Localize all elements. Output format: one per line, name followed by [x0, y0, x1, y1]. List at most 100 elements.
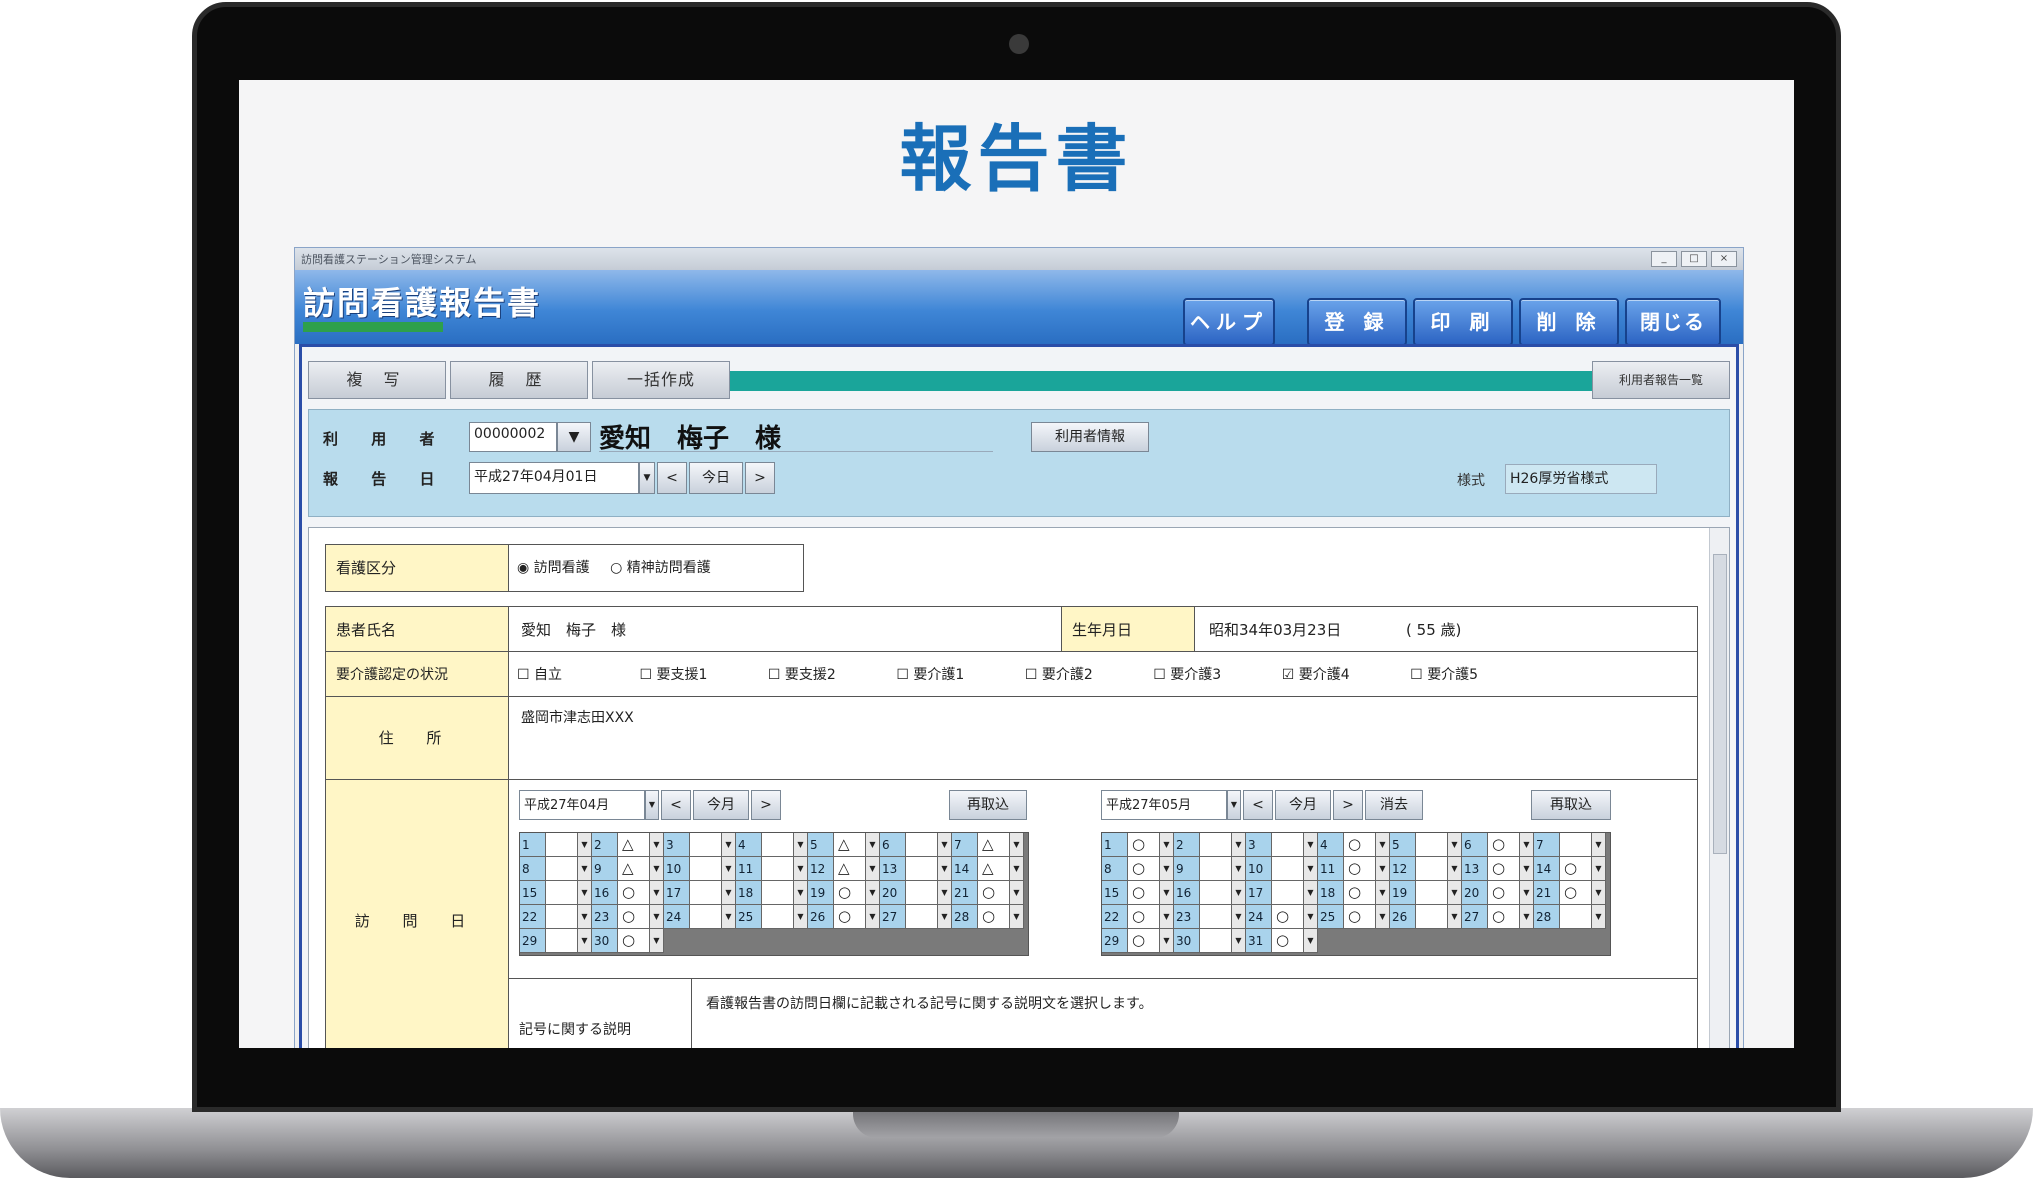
chevron-down-icon[interactable]: ▼: [1520, 881, 1534, 905]
month-dropdown-icon[interactable]: ▼: [1227, 790, 1241, 820]
calendar-day-cell[interactable]: 5 △ ▼: [808, 833, 880, 857]
calendar-day-cell[interactable]: 14 ○ ▼: [1534, 857, 1606, 881]
chevron-down-icon[interactable]: ▼: [1448, 905, 1462, 929]
calendar-day-cell[interactable]: 9 ▼: [1174, 857, 1246, 881]
user-info-button[interactable]: 利用者情報: [1031, 422, 1149, 452]
chevron-down-icon[interactable]: ▼: [722, 881, 736, 905]
chevron-down-icon[interactable]: ▼: [794, 833, 808, 857]
this-month-button[interactable]: 今月: [1275, 790, 1331, 820]
print-button[interactable]: 印 刷: [1413, 298, 1513, 346]
care-level-checkbox-checked[interactable]: ☑ 要介護4: [1282, 664, 1406, 684]
chevron-down-icon[interactable]: ▼: [1520, 833, 1534, 857]
chevron-down-icon[interactable]: ▼: [1010, 905, 1024, 929]
calendar-day-cell[interactable]: 9 △ ▼: [592, 857, 664, 881]
user-id-field[interactable]: 00000002: [469, 422, 557, 452]
calendar-day-cell[interactable]: 23 ○ ▼: [592, 905, 664, 929]
chevron-down-icon[interactable]: ▼: [578, 905, 592, 929]
chevron-down-icon[interactable]: ▼: [1304, 905, 1318, 929]
calendar-day-cell[interactable]: 20 ○ ▼: [1462, 881, 1534, 905]
calendar-day-cell[interactable]: 2 △ ▼: [592, 833, 664, 857]
calendar-day-cell[interactable]: 3 ▼: [1246, 833, 1318, 857]
chevron-down-icon[interactable]: ▼: [1376, 905, 1390, 929]
date-dropdown-icon[interactable]: ▼: [639, 462, 655, 494]
calendar-day-cell[interactable]: 16 ○ ▼: [592, 881, 664, 905]
calendar-day-cell[interactable]: 27 ○ ▼: [1462, 905, 1534, 929]
month-prev-button[interactable]: <: [661, 790, 691, 820]
calendar-day-cell[interactable]: 21 ○ ▼: [1534, 881, 1606, 905]
calendar-day-cell[interactable]: 7 ▼: [1534, 833, 1606, 857]
calendar-day-cell[interactable]: 3 ▼: [664, 833, 736, 857]
calendar-day-cell[interactable]: 10 ▼: [664, 857, 736, 881]
chevron-down-icon[interactable]: ▼: [722, 833, 736, 857]
form-scrollbar[interactable]: [1709, 528, 1729, 1048]
calendar-day-cell[interactable]: 15 ▼: [520, 881, 592, 905]
calendar-day-cell[interactable]: 8 ○ ▼: [1102, 857, 1174, 881]
chevron-down-icon[interactable]: ▼: [1592, 857, 1606, 881]
chevron-down-icon[interactable]: ▼: [1592, 905, 1606, 929]
calendar-day-cell[interactable]: 30 ▼: [1174, 929, 1246, 953]
calendar-day-cell[interactable]: 7 △ ▼: [952, 833, 1024, 857]
calendar-day-cell[interactable]: 12 ▼: [1390, 857, 1462, 881]
tab-history[interactable]: 履 歴: [450, 361, 588, 399]
chevron-down-icon[interactable]: ▼: [722, 905, 736, 929]
chevron-down-icon[interactable]: ▼: [650, 905, 664, 929]
minimize-icon[interactable]: _: [1651, 251, 1677, 267]
calendar-day-cell[interactable]: 24 ▼: [664, 905, 736, 929]
date-next-button[interactable]: >: [745, 462, 775, 494]
care-level-checkbox-group[interactable]: ☐ 自立 ☐ 要支援1 ☐ 要支援2 ☐ 要介護1 ☐ 要介護2 ☐ 要介護3 …: [508, 651, 1698, 697]
calendar-day-cell[interactable]: 25 ○ ▼: [1318, 905, 1390, 929]
calendar-day-cell[interactable]: 6 ▼: [880, 833, 952, 857]
calendar-day-cell[interactable]: 11 ○ ▼: [1318, 857, 1390, 881]
calendar-day-cell[interactable]: 1 ○ ▼: [1102, 833, 1174, 857]
chevron-down-icon[interactable]: ▼: [1232, 857, 1246, 881]
calendar-day-cell[interactable]: 23 ▼: [1174, 905, 1246, 929]
chevron-down-icon[interactable]: ▼: [650, 929, 664, 953]
this-month-button[interactable]: 今月: [693, 790, 749, 820]
calendar-day-cell[interactable]: 13 ○ ▼: [1462, 857, 1534, 881]
care-level-checkbox[interactable]: ☐ 自立: [517, 664, 635, 684]
calendar-day-cell[interactable]: 22 ○ ▼: [1102, 905, 1174, 929]
chevron-down-icon[interactable]: ▼: [578, 929, 592, 953]
chevron-down-icon[interactable]: ▼: [1160, 905, 1174, 929]
chevron-down-icon[interactable]: ▼: [650, 833, 664, 857]
chevron-down-icon[interactable]: ▼: [938, 905, 952, 929]
chevron-down-icon[interactable]: ▼: [866, 833, 880, 857]
date-prev-button[interactable]: <: [657, 462, 687, 494]
chevron-down-icon[interactable]: ▼: [938, 881, 952, 905]
radio-home-visit[interactable]: ◉: [517, 560, 534, 576]
date-today-button[interactable]: 今日: [689, 462, 743, 494]
chevron-down-icon[interactable]: ▼: [1592, 833, 1606, 857]
calendar-day-cell[interactable]: 16 ▼: [1174, 881, 1246, 905]
chevron-down-icon[interactable]: ▼: [1304, 881, 1318, 905]
calendar-day-cell[interactable]: 28 ○ ▼: [952, 905, 1024, 929]
radio-psych-visit[interactable]: ○: [610, 560, 627, 576]
chevron-down-icon[interactable]: ▼: [650, 881, 664, 905]
calendar-day-cell[interactable]: 13 ▼: [880, 857, 952, 881]
calendar-day-cell[interactable]: 27 ▼: [880, 905, 952, 929]
symbol-note-text[interactable]: 看護報告書の訪問日欄に記載される記号に関する説明文を選択します。: [691, 978, 1698, 1048]
chevron-down-icon[interactable]: ▼: [1304, 833, 1318, 857]
calendar-day-cell[interactable]: 28 ▼: [1534, 905, 1606, 929]
reload-button[interactable]: 再取込: [949, 790, 1027, 820]
tab-report-list[interactable]: 利用者報告一覧: [1592, 361, 1730, 399]
chevron-down-icon[interactable]: ▼: [938, 833, 952, 857]
care-type-radio-group[interactable]: ◉ 訪問看護 ○ 精神訪問看護: [508, 544, 804, 592]
month-next-button[interactable]: >: [1333, 790, 1363, 820]
calendar-day-cell[interactable]: 21 ○ ▼: [952, 881, 1024, 905]
chevron-down-icon[interactable]: ▼: [1592, 881, 1606, 905]
chevron-down-icon[interactable]: ▼: [866, 881, 880, 905]
maximize-icon[interactable]: □: [1681, 251, 1707, 267]
clear-button[interactable]: 消去: [1365, 790, 1423, 820]
chevron-down-icon[interactable]: ▼: [1232, 881, 1246, 905]
calendar-day-cell[interactable]: 22 ▼: [520, 905, 592, 929]
calendar-day-cell[interactable]: 19 ○ ▼: [808, 881, 880, 905]
care-level-checkbox[interactable]: ☐ 要介護3: [1153, 664, 1277, 684]
calendar-day-cell[interactable]: 14 △ ▼: [952, 857, 1024, 881]
tab-bulk[interactable]: 一括作成: [592, 361, 730, 399]
chevron-down-icon[interactable]: ▼: [578, 857, 592, 881]
chevron-down-icon[interactable]: ▼: [1160, 833, 1174, 857]
chevron-down-icon[interactable]: ▼: [1376, 881, 1390, 905]
chevron-down-icon[interactable]: ▼: [1010, 881, 1024, 905]
calendar-day-cell[interactable]: 2 ▼: [1174, 833, 1246, 857]
chevron-down-icon[interactable]: ▼: [1160, 929, 1174, 953]
